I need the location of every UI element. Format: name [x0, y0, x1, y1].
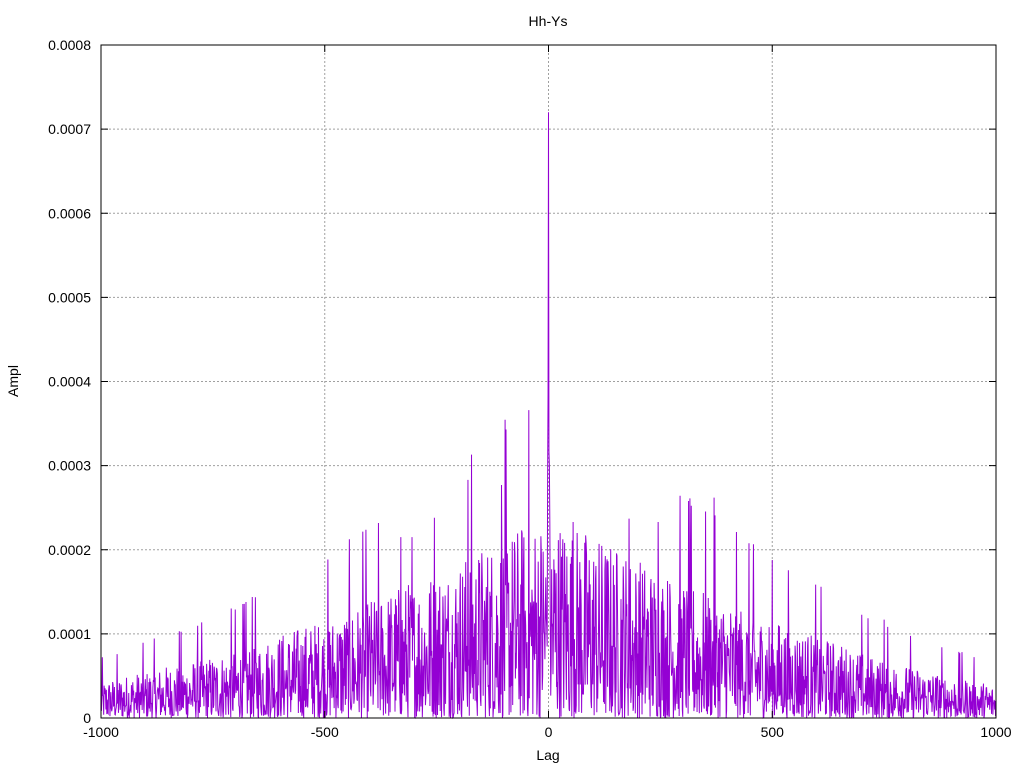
series-layer [100, 112, 997, 719]
y-tick-label: 0.0007 [48, 121, 91, 137]
x-tick-label: -500 [311, 724, 339, 740]
y-tick-label: 0.0001 [48, 626, 91, 642]
x-axis-label: Lag [536, 747, 559, 763]
y-tick-label: 0.0002 [48, 542, 91, 558]
y-tick-label: 0.0004 [48, 374, 91, 390]
x-tick-label: 0 [545, 724, 553, 740]
y-tick-label: 0.0006 [48, 205, 91, 221]
chart-title: Hh-Ys [529, 13, 568, 29]
series-line [100, 112, 997, 719]
y-tick-label: 0.0005 [48, 289, 91, 305]
y-axis-label: Ampl [5, 365, 21, 397]
x-tick-label: -1000 [83, 724, 119, 740]
chart: Hh-Ys -1000 -500 0 500 1000 0 0.0001 0.0002 0.00… [5, 13, 1012, 763]
y-tick-label: 0 [83, 710, 91, 726]
x-tick-label: 500 [761, 724, 785, 740]
y-tick-label: 0.0008 [48, 37, 91, 53]
x-tick-label: 1000 [980, 724, 1011, 740]
y-tick-label: 0.0003 [48, 458, 91, 474]
